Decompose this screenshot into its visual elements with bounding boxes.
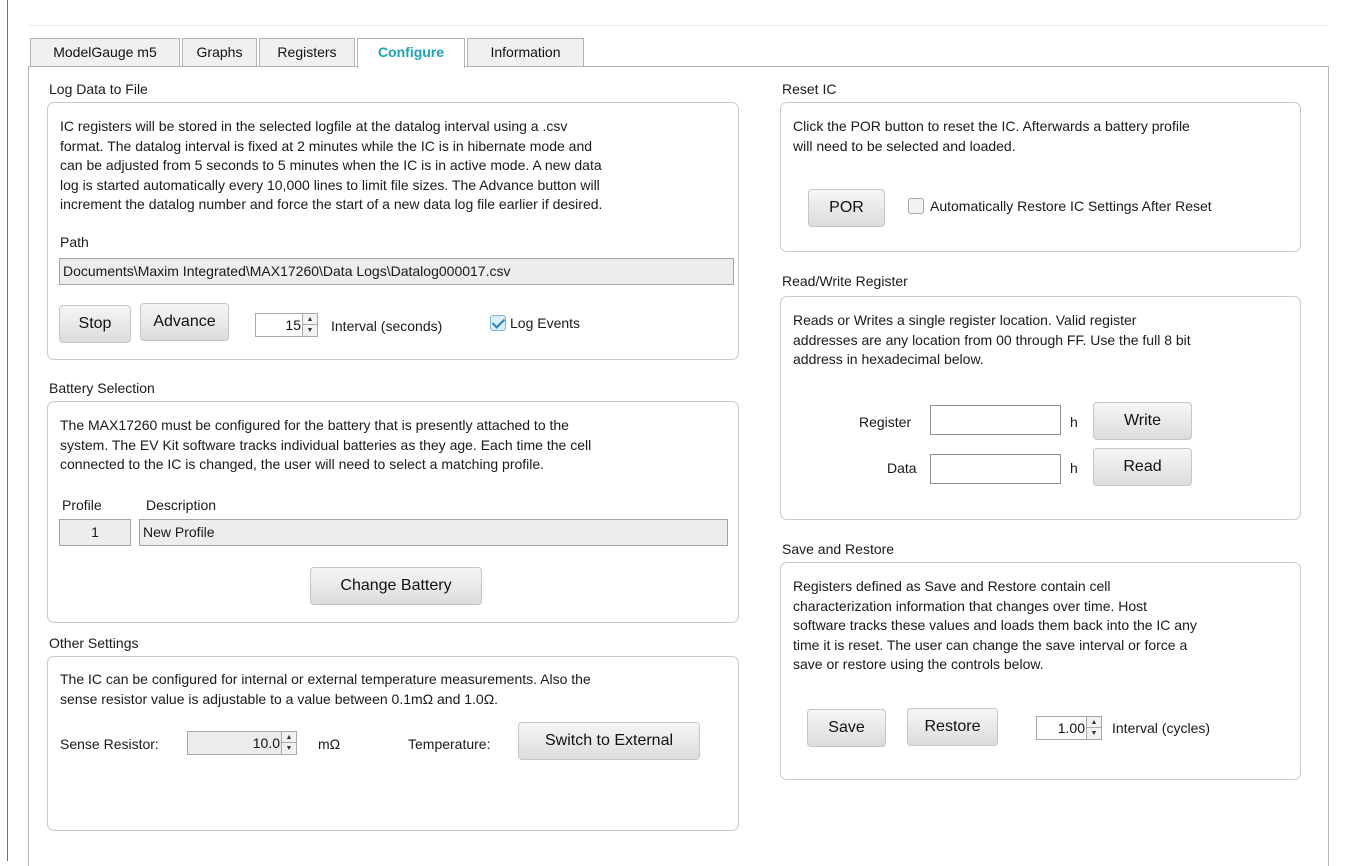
read-button[interactable]: Read <box>1093 448 1192 486</box>
rw-description: Reads or Writes a single register locati… <box>793 311 1298 370</box>
path-label: Path <box>60 234 89 250</box>
log-description-line: IC registers will be stored in the selec… <box>60 118 568 134</box>
spinner-down-icon[interactable]: ▼ <box>282 743 296 754</box>
register-label: Register <box>859 414 912 430</box>
log-events-checkbox[interactable] <box>490 315 506 331</box>
log-interval-value: 15 <box>285 317 301 333</box>
save-button[interactable]: Save <box>807 709 886 747</box>
reset-section-title: Reset IC <box>782 81 837 97</box>
description-header: Description <box>146 497 217 513</box>
save-description-line: characterization information that change… <box>793 597 1148 614</box>
other-description: The IC can be configured for internal or… <box>60 670 736 709</box>
other-description-line: The IC can be configured for internal or… <box>60 671 591 687</box>
log-events-label: Log Events <box>510 315 581 331</box>
save-description-line: time it is reset. The user can change th… <box>793 636 1188 653</box>
rw-section-box: Reads or Writes a single register locati… <box>780 296 1301 520</box>
reset-section-box: Click the POR button to reset the IC. Af… <box>780 102 1301 252</box>
save-section-box: Registers defined as Save and Restore co… <box>780 562 1301 780</box>
log-description-line: format. The datalog interval is fixed at… <box>60 137 593 154</box>
window-left-edge <box>7 0 8 861</box>
tab-information[interactable]: Information <box>467 38 584 67</box>
other-section-box: The IC can be configured for internal or… <box>47 656 739 831</box>
battery-description: The MAX17260 must be configured for the … <box>60 416 736 475</box>
write-button[interactable]: Write <box>1093 402 1192 440</box>
profile-header: Profile <box>62 497 102 513</box>
rw-description-line: addresses are any location from 00 throu… <box>793 331 1191 348</box>
save-interval-value: 1.00 <box>1057 720 1085 736</box>
profile-number-field[interactable]: 1 <box>59 519 131 546</box>
save-interval-label: Interval (cycles) <box>1112 720 1211 736</box>
save-description: Registers defined as Save and Restore co… <box>793 577 1298 675</box>
data-label: Data <box>887 460 917 476</box>
spinner-arrows: ▲ ▼ <box>1086 717 1101 739</box>
advance-button[interactable]: Advance <box>140 303 229 341</box>
register-address-input[interactable] <box>930 405 1061 435</box>
spinner-arrows: ▲ ▼ <box>281 732 296 754</box>
battery-description-line: system. The EV Kit software tracks indiv… <box>60 436 592 453</box>
reset-description-line: will need to be selected and loaded. <box>793 137 1016 154</box>
switch-to-external-button[interactable]: Switch to External <box>518 722 700 760</box>
rw-description-line: address in hexadecimal below. <box>793 351 984 367</box>
register-hex-suffix: h <box>1070 414 1078 430</box>
por-button[interactable]: POR <box>808 189 885 227</box>
save-description-line: save or restore using the controls below… <box>793 656 1044 672</box>
battery-section-box: The MAX17260 must be configured for the … <box>47 401 739 623</box>
save-section-title: Save and Restore <box>782 541 895 557</box>
spinner-up-icon[interactable]: ▲ <box>1087 717 1101 728</box>
auto-restore-label: Automatically Restore IC Settings After … <box>930 198 1212 214</box>
log-section-title: Log Data to File <box>49 81 148 97</box>
log-section-box: IC registers will be stored in the selec… <box>47 102 739 360</box>
spinner-up-icon[interactable]: ▲ <box>303 314 317 325</box>
spinner-arrows: ▲ ▼ <box>302 314 317 336</box>
battery-section-title: Battery Selection <box>49 380 155 396</box>
other-section-title: Other Settings <box>49 635 139 651</box>
battery-description-line: The MAX17260 must be configured for the … <box>60 417 569 433</box>
log-description-line: log is started automatically every 10,00… <box>60 176 600 193</box>
tab-modelgauge[interactable]: ModelGauge m5 <box>30 38 180 67</box>
sense-resistor-unit: mΩ <box>318 736 341 752</box>
change-battery-button[interactable]: Change Battery <box>310 567 482 605</box>
log-description-line: increment the datalog number and force t… <box>60 196 603 212</box>
log-interval-spinner[interactable]: 15 ▲ ▼ <box>255 313 318 337</box>
tab-graphs[interactable]: Graphs <box>182 38 257 67</box>
tab-configure[interactable]: Configure <box>357 38 465 68</box>
profile-description-field[interactable]: New Profile <box>139 519 728 546</box>
toolbar-divider <box>28 25 1328 26</box>
auto-restore-checkbox[interactable] <box>908 198 924 214</box>
spinner-down-icon[interactable]: ▼ <box>303 325 317 336</box>
rw-section-title: Read/Write Register <box>782 273 908 289</box>
other-description-line: sense resistor value is adjustable to a … <box>60 690 499 707</box>
restore-button[interactable]: Restore <box>907 708 998 746</box>
spinner-down-icon[interactable]: ▼ <box>1087 728 1101 739</box>
temperature-label: Temperature: <box>408 736 491 752</box>
path-field[interactable]: Documents\Maxim Integrated\MAX17260\Data… <box>59 258 734 285</box>
spinner-up-icon[interactable]: ▲ <box>282 732 296 743</box>
save-description-line: software tracks these values and loads t… <box>793 617 1197 633</box>
reset-description: Click the POR button to reset the IC. Af… <box>793 117 1298 156</box>
data-hex-suffix: h <box>1070 460 1078 476</box>
battery-description-line: connected to the IC is changed, the user… <box>60 456 545 472</box>
reset-description-line: Click the POR button to reset the IC. Af… <box>793 118 1190 134</box>
log-description-line: can be adjusted from 5 seconds to 5 minu… <box>60 157 602 173</box>
data-value-input[interactable] <box>930 454 1061 484</box>
tab-registers[interactable]: Registers <box>259 38 355 67</box>
sense-resistor-value: 10.0 <box>252 735 280 751</box>
save-description-line: Registers defined as Save and Restore co… <box>793 578 1111 594</box>
log-interval-label: Interval (seconds) <box>331 318 443 334</box>
sense-resistor-label: Sense Resistor: <box>60 736 159 752</box>
stop-button[interactable]: Stop <box>59 305 131 343</box>
rw-description-line: Reads or Writes a single register locati… <box>793 312 1137 328</box>
sense-resistor-spinner[interactable]: 10.0 ▲ ▼ <box>187 731 297 755</box>
save-interval-spinner[interactable]: 1.00 ▲ ▼ <box>1036 716 1102 740</box>
log-description: IC registers will be stored in the selec… <box>60 117 736 215</box>
